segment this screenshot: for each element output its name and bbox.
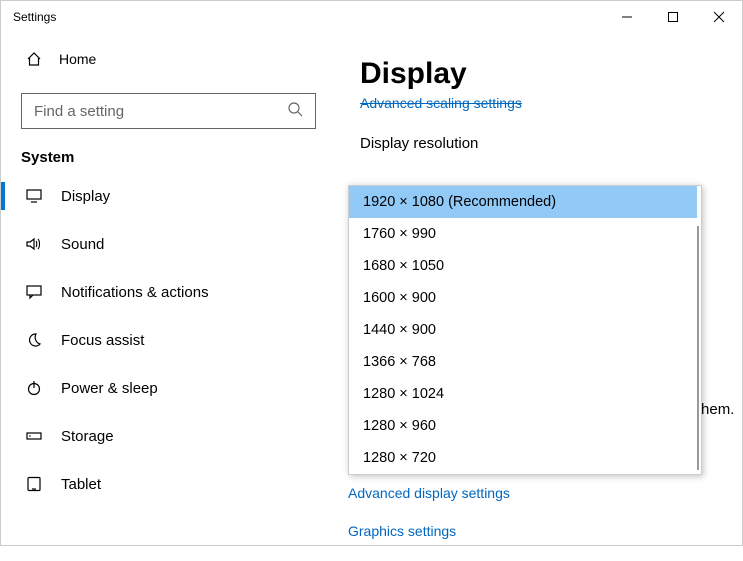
sidebar-item-power-sleep[interactable]: Power & sleep [1, 364, 336, 412]
search-input[interactable]: Find a setting [21, 93, 316, 129]
sidebar-item-notifications-actions[interactable]: Notifications & actions [1, 268, 336, 316]
graphics-settings-link[interactable]: Graphics settings [348, 523, 510, 539]
search-placeholder: Find a setting [34, 103, 287, 120]
speaker-icon [25, 236, 43, 252]
sidebar-item-label: Storage [61, 428, 114, 445]
sidebar-item-label: Power & sleep [61, 380, 158, 397]
resolution-option[interactable]: 1280 × 960 [349, 410, 697, 442]
sidebar-item-focus-assist[interactable]: Focus assist [1, 316, 336, 364]
titlebar: Settings [1, 1, 742, 33]
resolution-label: Display resolution [360, 135, 718, 152]
sidebar-item-display[interactable]: Display [1, 172, 336, 220]
category-header: System [1, 139, 336, 172]
sidebar-item-label: Tablet [61, 476, 101, 493]
moon-icon [25, 332, 43, 348]
minimize-button[interactable] [604, 1, 650, 33]
sidebar-item-label: Sound [61, 236, 104, 253]
sidebar-item-tablet[interactable]: Tablet [1, 460, 336, 508]
resolution-option[interactable]: 1680 × 1050 [349, 250, 697, 282]
sidebar-item-sound[interactable]: Sound [1, 220, 336, 268]
resolution-option[interactable]: 1366 × 768 [349, 346, 697, 378]
resolution-option[interactable]: 1440 × 900 [349, 314, 697, 346]
maximize-button[interactable] [650, 1, 696, 33]
resolution-option[interactable]: 1920 × 1080 (Recommended) [349, 186, 697, 218]
resolution-dropdown-open[interactable]: 1920 × 1080 (Recommended)1760 × 9901680 … [348, 185, 702, 475]
resolution-option[interactable]: 1280 × 720 [349, 442, 697, 474]
tablet-icon [25, 476, 43, 492]
sidebar-item-label: Display [61, 188, 110, 205]
main-panel: Display Advanced scaling settings Displa… [336, 33, 742, 545]
sidebar: Home Find a setting System Display Sound N… [1, 33, 336, 545]
resolution-option[interactable]: 1760 × 990 [349, 218, 697, 250]
monitor-icon [25, 188, 43, 204]
advanced-display-link[interactable]: Advanced display settings [348, 485, 510, 501]
dropdown-scrollbar[interactable] [697, 226, 699, 470]
window-title: Settings [13, 10, 604, 24]
home-icon [25, 51, 43, 67]
chat-icon [25, 284, 43, 300]
sidebar-item-label: Notifications & actions [61, 284, 209, 301]
home-nav[interactable]: Home [1, 39, 336, 79]
window-controls [604, 1, 742, 33]
resolution-option[interactable]: 1600 × 900 [349, 282, 697, 314]
search-icon [287, 101, 303, 121]
home-label: Home [59, 51, 96, 67]
advanced-scaling-link[interactable]: Advanced scaling settings [360, 95, 522, 111]
page-title: Display [360, 57, 718, 91]
resolution-option[interactable]: 1280 × 1024 [349, 378, 697, 410]
power-icon [25, 380, 43, 396]
sidebar-item-storage[interactable]: Storage [1, 412, 336, 460]
close-button[interactable] [696, 1, 742, 33]
sidebar-item-label: Focus assist [61, 332, 144, 349]
storage-icon [25, 428, 43, 444]
